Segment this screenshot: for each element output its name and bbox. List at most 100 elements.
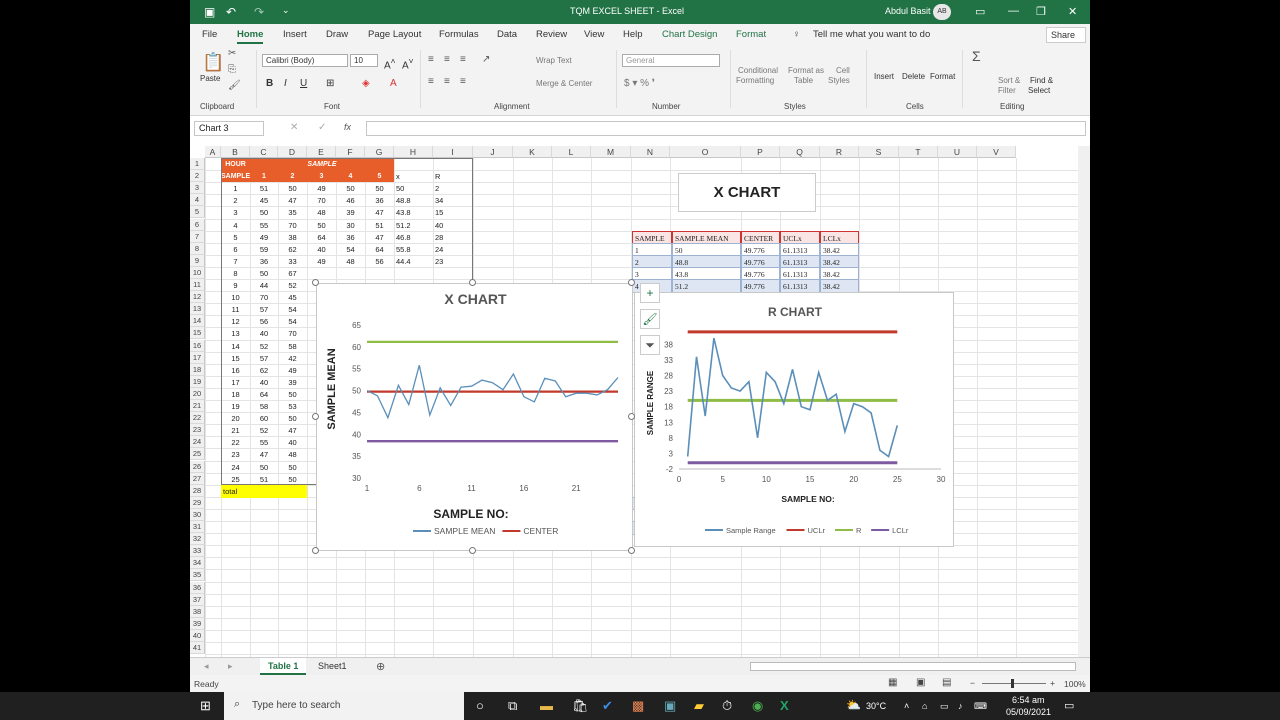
row-header[interactable]: 36 — [190, 581, 205, 594]
row-header[interactable]: 24 — [190, 436, 205, 449]
column-header-R[interactable]: R — [820, 146, 859, 158]
row-header[interactable]: 14 — [190, 315, 205, 328]
row-header[interactable]: 37 — [190, 593, 205, 606]
redo-icon[interactable]: ↷ — [254, 5, 264, 19]
chart-elements-button[interactable]: + — [640, 283, 660, 303]
font-color-icon[interactable]: A — [390, 78, 397, 89]
minimize-icon[interactable]: — — [1008, 5, 1019, 17]
column-header-E[interactable]: E — [307, 146, 336, 158]
row-header[interactable]: 40 — [190, 629, 205, 642]
align-middle-icon[interactable]: ≡ — [444, 54, 450, 65]
chart-styles-button[interactable]: 🖌 — [640, 309, 660, 329]
row-header[interactable]: 34 — [190, 557, 205, 570]
row-header[interactable]: 7 — [190, 230, 205, 243]
align-left-icon[interactable]: ≡ — [428, 76, 434, 87]
tab-file[interactable]: File — [202, 29, 217, 40]
zoom-level[interactable]: 100% — [1064, 679, 1086, 689]
font-size-select[interactable]: 10 — [350, 54, 378, 67]
undo-icon[interactable]: ↶ — [226, 5, 236, 19]
column-header-T[interactable]: T — [899, 146, 938, 158]
app-icon[interactable]: ▩ — [632, 698, 644, 714]
formula-input[interactable] — [366, 121, 1086, 136]
save-icon[interactable]: ▣ — [204, 5, 215, 19]
row-header[interactable]: 19 — [190, 375, 205, 388]
enter-icon[interactable]: ✓ — [318, 122, 326, 133]
align-bottom-icon[interactable]: ≡ — [460, 54, 466, 65]
paste-icon[interactable]: 📋 — [202, 52, 224, 73]
tell-me-search[interactable]: Tell me what you want to do — [813, 29, 930, 40]
share-button[interactable]: Share — [1046, 27, 1086, 43]
language-icon[interactable]: ⌨ — [974, 701, 987, 712]
fill-color-icon[interactable]: ◈ — [362, 78, 370, 89]
align-center-icon[interactable]: ≡ — [444, 76, 450, 87]
column-header-I[interactable]: I — [433, 146, 473, 158]
column-header-L[interactable]: L — [552, 146, 591, 158]
cortana-icon[interactable]: ○ — [476, 698, 484, 713]
row-header[interactable]: 31 — [190, 521, 205, 533]
bold-icon[interactable]: B — [266, 78, 273, 89]
row-header[interactable]: 35 — [190, 569, 205, 582]
worksheet-grid[interactable]: A B C D E F G H I J K L M N O P Q R S T U V 1 2 3 4 5 6 7 8 9 10 11 12 13 1… — [190, 146, 1078, 657]
tab-home[interactable]: Home — [237, 29, 264, 44]
chart-resize-handle[interactable] — [312, 279, 319, 286]
align-top-icon[interactable]: ≡ — [428, 54, 434, 65]
row-header[interactable]: 26 — [190, 460, 205, 473]
normal-view-icon[interactable]: ▦ — [888, 677, 897, 688]
column-header-O[interactable]: O — [670, 146, 741, 158]
insert-cells-button[interactable]: Insert — [874, 72, 894, 81]
copy-icon[interactable]: ⎘ — [228, 64, 236, 75]
row-header[interactable]: 3 — [190, 182, 205, 195]
chart-resize-handle[interactable] — [628, 279, 635, 286]
row-header[interactable]: 11 — [190, 279, 205, 291]
autosum-icon[interactable]: Σ — [972, 48, 981, 64]
page-break-view-icon[interactable]: ▤ — [942, 677, 951, 688]
insert-function-icon[interactable]: fx — [344, 122, 351, 132]
paste-button[interactable]: Paste — [200, 74, 220, 83]
taskbar-search[interactable]: ⌕ Type here to search — [224, 692, 464, 720]
italic-icon[interactable]: I — [284, 78, 287, 89]
sort-filter-button[interactable]: Sort & — [998, 76, 1020, 85]
battery-icon[interactable]: ▭ — [940, 701, 949, 712]
zoom-out-icon[interactable]: − — [970, 678, 975, 688]
row-header[interactable]: 23 — [190, 424, 205, 437]
tab-chart-design[interactable]: Chart Design — [662, 29, 717, 40]
row-header[interactable]: 13 — [190, 303, 205, 316]
delete-cells-button[interactable]: Delete — [902, 72, 925, 81]
page-layout-view-icon[interactable]: ▣ — [916, 677, 925, 688]
column-header-Q[interactable]: Q — [780, 146, 820, 158]
row-header[interactable]: 17 — [190, 351, 205, 364]
row-header[interactable]: 22 — [190, 412, 205, 425]
align-right-icon[interactable]: ≡ — [460, 76, 466, 87]
row-header[interactable]: 1 — [190, 158, 205, 170]
clock-date[interactable]: 05/09/2021 — [1006, 707, 1051, 717]
row-header[interactable]: 20 — [190, 387, 205, 400]
number-format-select[interactable]: General — [622, 54, 720, 67]
tab-formulas[interactable]: Formulas — [439, 29, 479, 40]
column-header-U[interactable]: U — [938, 146, 977, 158]
task-view-icon[interactable]: ⧉ — [508, 698, 517, 714]
column-header-D[interactable]: D — [278, 146, 307, 158]
clock-time[interactable]: 6:54 am — [1012, 695, 1045, 705]
zoom-slider[interactable] — [982, 683, 1046, 684]
row-header[interactable]: 25 — [190, 448, 205, 461]
tab-draw[interactable]: Draw — [326, 29, 348, 40]
row-header[interactable]: 9 — [190, 254, 205, 267]
row-header[interactable]: 30 — [190, 508, 205, 521]
tray-chevron-icon[interactable]: ˄ — [904, 701, 909, 711]
quick-access-chevron-icon[interactable]: ⌄ — [282, 5, 290, 16]
store-icon[interactable]: 🛍 — [572, 698, 589, 714]
todo-icon[interactable]: ✔ — [602, 698, 613, 714]
temperature[interactable]: 30°C — [866, 701, 886, 711]
underline-icon[interactable]: U — [300, 78, 307, 89]
row-header[interactable]: 38 — [190, 605, 205, 618]
chart-resize-handle[interactable] — [469, 279, 476, 286]
find-select-button[interactable]: Find & — [1030, 76, 1053, 85]
font-name-select[interactable]: Calibri (Body) — [262, 54, 348, 67]
row-header[interactable]: 15 — [190, 327, 205, 340]
chart-r[interactable]: R CHART -2 3 8 13 18 23 28 33 38 0 5 10 15 20 25 30 SAMPL… — [634, 292, 954, 547]
column-header-B[interactable]: B — [221, 146, 250, 158]
chart-resize-handle[interactable] — [628, 547, 635, 554]
row-header[interactable]: 2 — [190, 170, 205, 183]
chart-resize-handle[interactable] — [312, 547, 319, 554]
volume-icon[interactable]: ♪ — [958, 701, 963, 711]
